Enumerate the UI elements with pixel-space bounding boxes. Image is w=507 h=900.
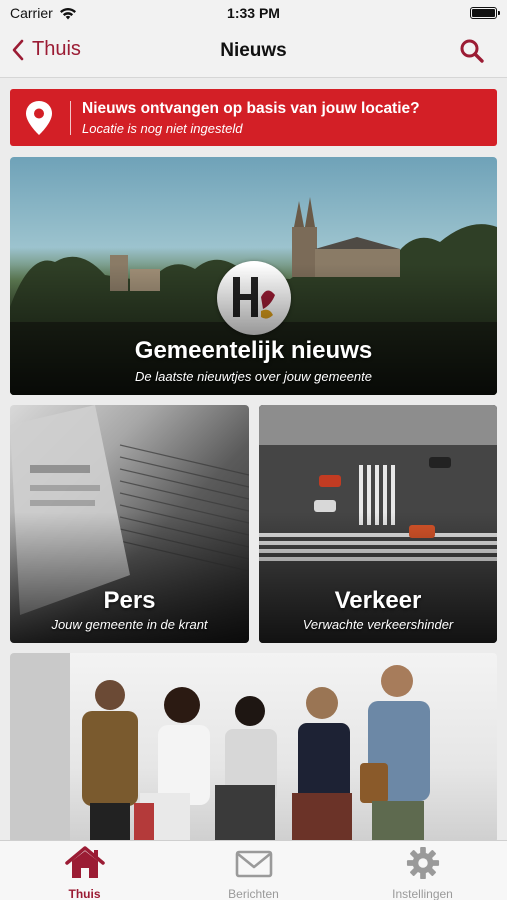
battery-icon	[470, 7, 500, 19]
card-image	[10, 653, 497, 843]
banner-title: Nieuws ontvangen op basis van jouw locat…	[82, 100, 420, 117]
shoppers-image	[10, 653, 430, 843]
card-subtitle: De laatste nieuwtjes over jouw gemeente	[134, 369, 373, 384]
banner-subtitle: Locatie is nog niet ingesteld	[82, 121, 243, 136]
tab-label: Berichten	[228, 887, 279, 900]
card-subtitle: Verwachte verkeershinder	[302, 617, 454, 632]
tab-label: Thuis	[68, 887, 101, 900]
envelope-icon	[235, 850, 272, 878]
card-pers[interactable]: Pers Jouw gemeente in de krant	[10, 405, 249, 643]
status-time: 1:33 PM	[227, 5, 280, 21]
status-bar: Carrier 1:33 PM	[0, 0, 507, 26]
location-banner[interactable]: Nieuws ontvangen op basis van jouw locat…	[10, 89, 497, 146]
card-title: Gemeentelijk nieuws	[134, 337, 373, 364]
tab-thuis[interactable]: Thuis	[0, 846, 169, 900]
card-shopping[interactable]	[10, 653, 497, 843]
search-icon	[460, 39, 484, 63]
search-button[interactable]	[459, 38, 485, 69]
tab-label: Instellingen	[392, 887, 453, 900]
tab-berichten[interactable]: Berichten	[169, 846, 338, 900]
navigation-bar: Thuis Nieuws	[0, 26, 507, 78]
card-subtitle: Jouw gemeente in de krant	[51, 617, 208, 632]
card-verkeer[interactable]: Verkeer Verwachte verkeershinder	[259, 405, 497, 643]
house-icon	[64, 846, 105, 878]
banner-divider	[70, 101, 71, 135]
card-title: Pers	[103, 587, 156, 614]
location-pin-icon	[26, 101, 52, 135]
card-gemeentelijk-nieuws[interactable]: Gemeentelijk nieuws De laatste nieuwtjes…	[10, 157, 497, 395]
gear-icon	[406, 846, 439, 880]
page-title: Nieuws	[220, 40, 287, 61]
tab-instellingen[interactable]: Instellingen	[338, 846, 507, 900]
card-title: Verkeer	[334, 587, 422, 614]
tab-bar: Thuis Berichten Instellingen	[0, 840, 507, 900]
